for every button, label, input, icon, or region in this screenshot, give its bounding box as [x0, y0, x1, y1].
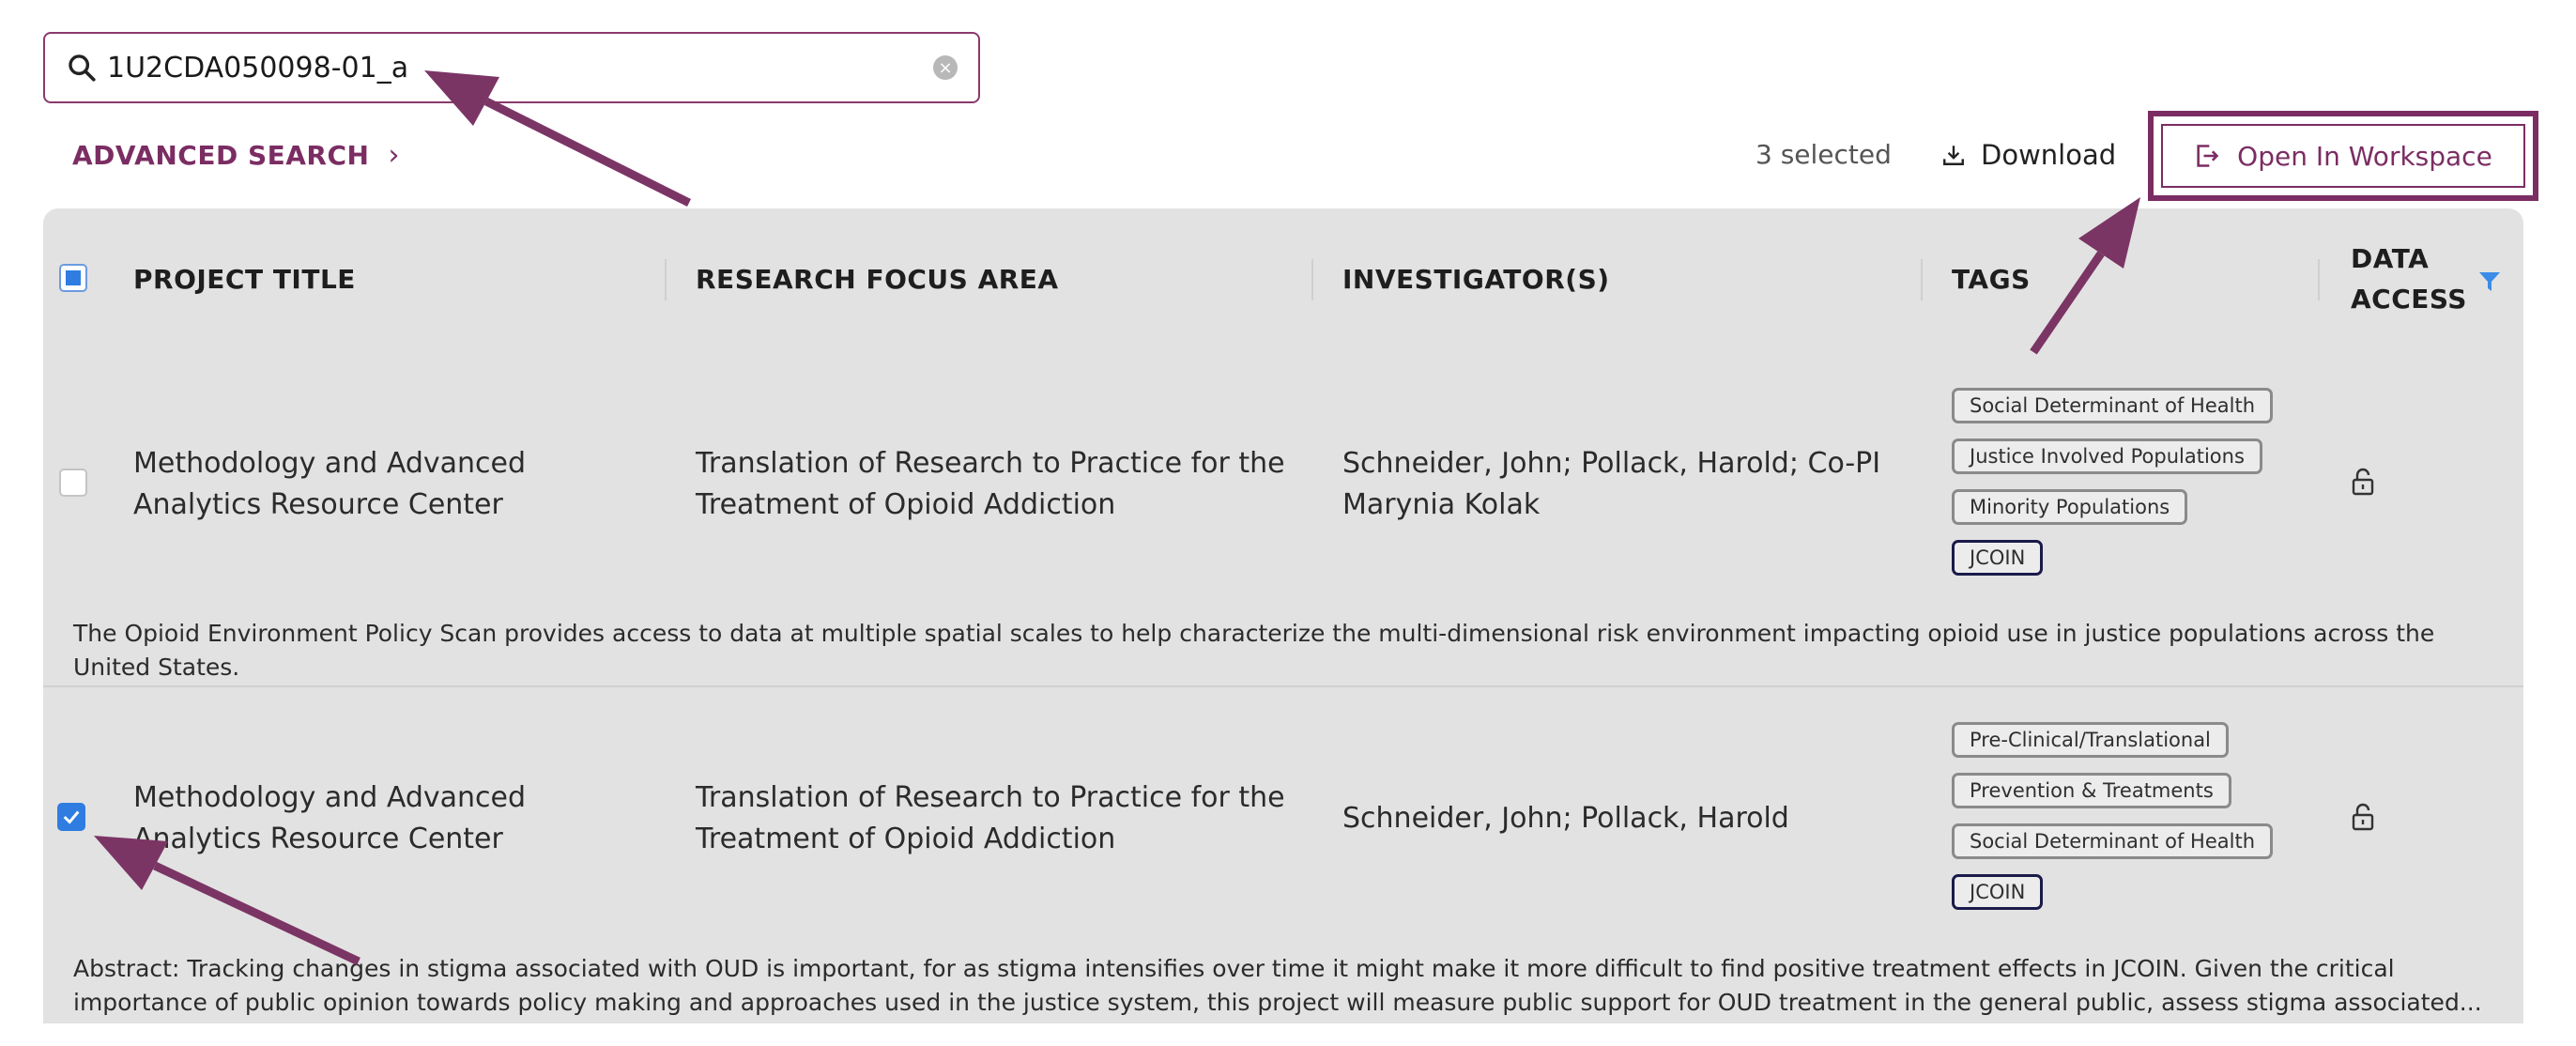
project-title-line: Methodology and Advanced	[133, 447, 527, 480]
advanced-search-link[interactable]: ADVANCED SEARCH ›	[72, 139, 400, 172]
header-investigators[interactable]: INVESTIGATOR(S)	[1342, 264, 1610, 295]
results-table	[43, 208, 2523, 1023]
tag-chip[interactable]: Social Determinant of Health	[1952, 388, 2274, 423]
unlocked-lock-icon	[2352, 803, 2374, 831]
search-input[interactable]: 1U2CDA050098-01_a	[107, 52, 933, 85]
tag-chip[interactable]: Social Determinant of Health	[1952, 823, 2274, 859]
row-research-focus: Translation of Research to Practice for …	[696, 777, 1285, 860]
search-icon	[69, 54, 96, 82]
tag-chip[interactable]: Minority Populations	[1952, 489, 2188, 525]
header-data-access-line2[interactable]: ACCESS	[2351, 284, 2467, 315]
row-project-title[interactable]: Methodology and Advanced Analytics Resou…	[133, 443, 526, 526]
row-project-title[interactable]: Methodology and Advanced Analytics Resou…	[133, 777, 526, 860]
project-title-line: Analytics Resource Center	[133, 823, 503, 855]
header-research-focus[interactable]: RESEARCH FOCUS AREA	[696, 264, 1059, 295]
row-description: The Opioid Environment Policy Scan provi…	[73, 617, 2514, 685]
tag-chip[interactable]: Prevention & Treatments	[1952, 773, 2231, 808]
clear-icon[interactable]: ×	[933, 55, 958, 80]
select-all-checkbox[interactable]	[59, 264, 87, 292]
investigators-line: Schneider, John; Pollack, Harold	[1342, 802, 1789, 835]
row-investigators: Schneider, John; Pollack, Harold	[1342, 798, 1789, 839]
description-line: Abstract: Tracking changes in stigma ass…	[73, 955, 2395, 982]
investigators-line: Marynia Kolak	[1342, 488, 1541, 521]
row-investigators: Schneider, John; Pollack, Harold; Co-PI …	[1342, 443, 1880, 526]
row-research-focus: Translation of Research to Practice for …	[696, 443, 1285, 526]
download-label: Download	[1981, 139, 2117, 171]
row-checkbox-checked[interactable]	[57, 803, 85, 831]
description-line: importance of public opinion towards pol…	[73, 989, 2482, 1016]
advanced-search-label: ADVANCED SEARCH	[72, 140, 370, 171]
column-divider	[1921, 259, 1923, 300]
row-description: Abstract: Tracking changes in stigma ass…	[73, 952, 2495, 1020]
tag-chip-jcoin[interactable]: JCOIN	[1952, 874, 2044, 910]
research-focus-line: Treatment of Opioid Addiction	[696, 823, 1116, 855]
column-divider	[665, 259, 667, 300]
download-icon	[1943, 146, 1964, 165]
investigators-line: Schneider, John; Pollack, Harold; Co-PI	[1342, 447, 1881, 480]
tag-chip[interactable]: Justice Involved Populations	[1952, 438, 2262, 474]
header-data-access-line1[interactable]: DATA	[2351, 243, 2429, 274]
description-line: United States.	[73, 654, 240, 681]
research-focus-line: Translation of Research to Practice for …	[696, 447, 1285, 480]
open-in-workspace-button[interactable]: Open In Workspace	[2161, 124, 2525, 188]
open-workspace-icon	[2197, 145, 2219, 167]
header-project-title[interactable]: PROJECT TITLE	[133, 264, 356, 295]
header-tags[interactable]: TAGS	[1952, 264, 2031, 295]
tag-chip-jcoin[interactable]: JCOIN	[1952, 540, 2044, 576]
row-divider	[43, 685, 2523, 687]
chevron-right-icon: ›	[388, 139, 400, 172]
project-title-line: Analytics Resource Center	[133, 488, 503, 521]
column-divider	[2318, 259, 2320, 300]
download-button[interactable]: Download	[1941, 139, 2116, 171]
unlocked-lock-icon	[2352, 468, 2374, 496]
open-in-workspace-label: Open In Workspace	[2237, 140, 2492, 172]
search-field[interactable]: 1U2CDA050098-01_a ×	[43, 32, 980, 103]
selected-count: 3 selected	[1756, 139, 1892, 170]
checkmark-icon	[63, 810, 80, 824]
research-focus-line: Treatment of Opioid Addiction	[696, 488, 1116, 521]
research-focus-line: Translation of Research to Practice for …	[696, 781, 1285, 814]
row-checkbox[interactable]	[59, 469, 87, 497]
annotation-arrow	[483, 97, 692, 208]
description-line: The Opioid Environment Policy Scan provi…	[73, 620, 2435, 647]
tag-chip[interactable]: Pre-Clinical/Translational	[1952, 722, 2229, 758]
filter-icon[interactable]	[2478, 271, 2501, 292]
project-title-line: Methodology and Advanced	[133, 781, 527, 814]
column-divider	[1311, 259, 1313, 300]
